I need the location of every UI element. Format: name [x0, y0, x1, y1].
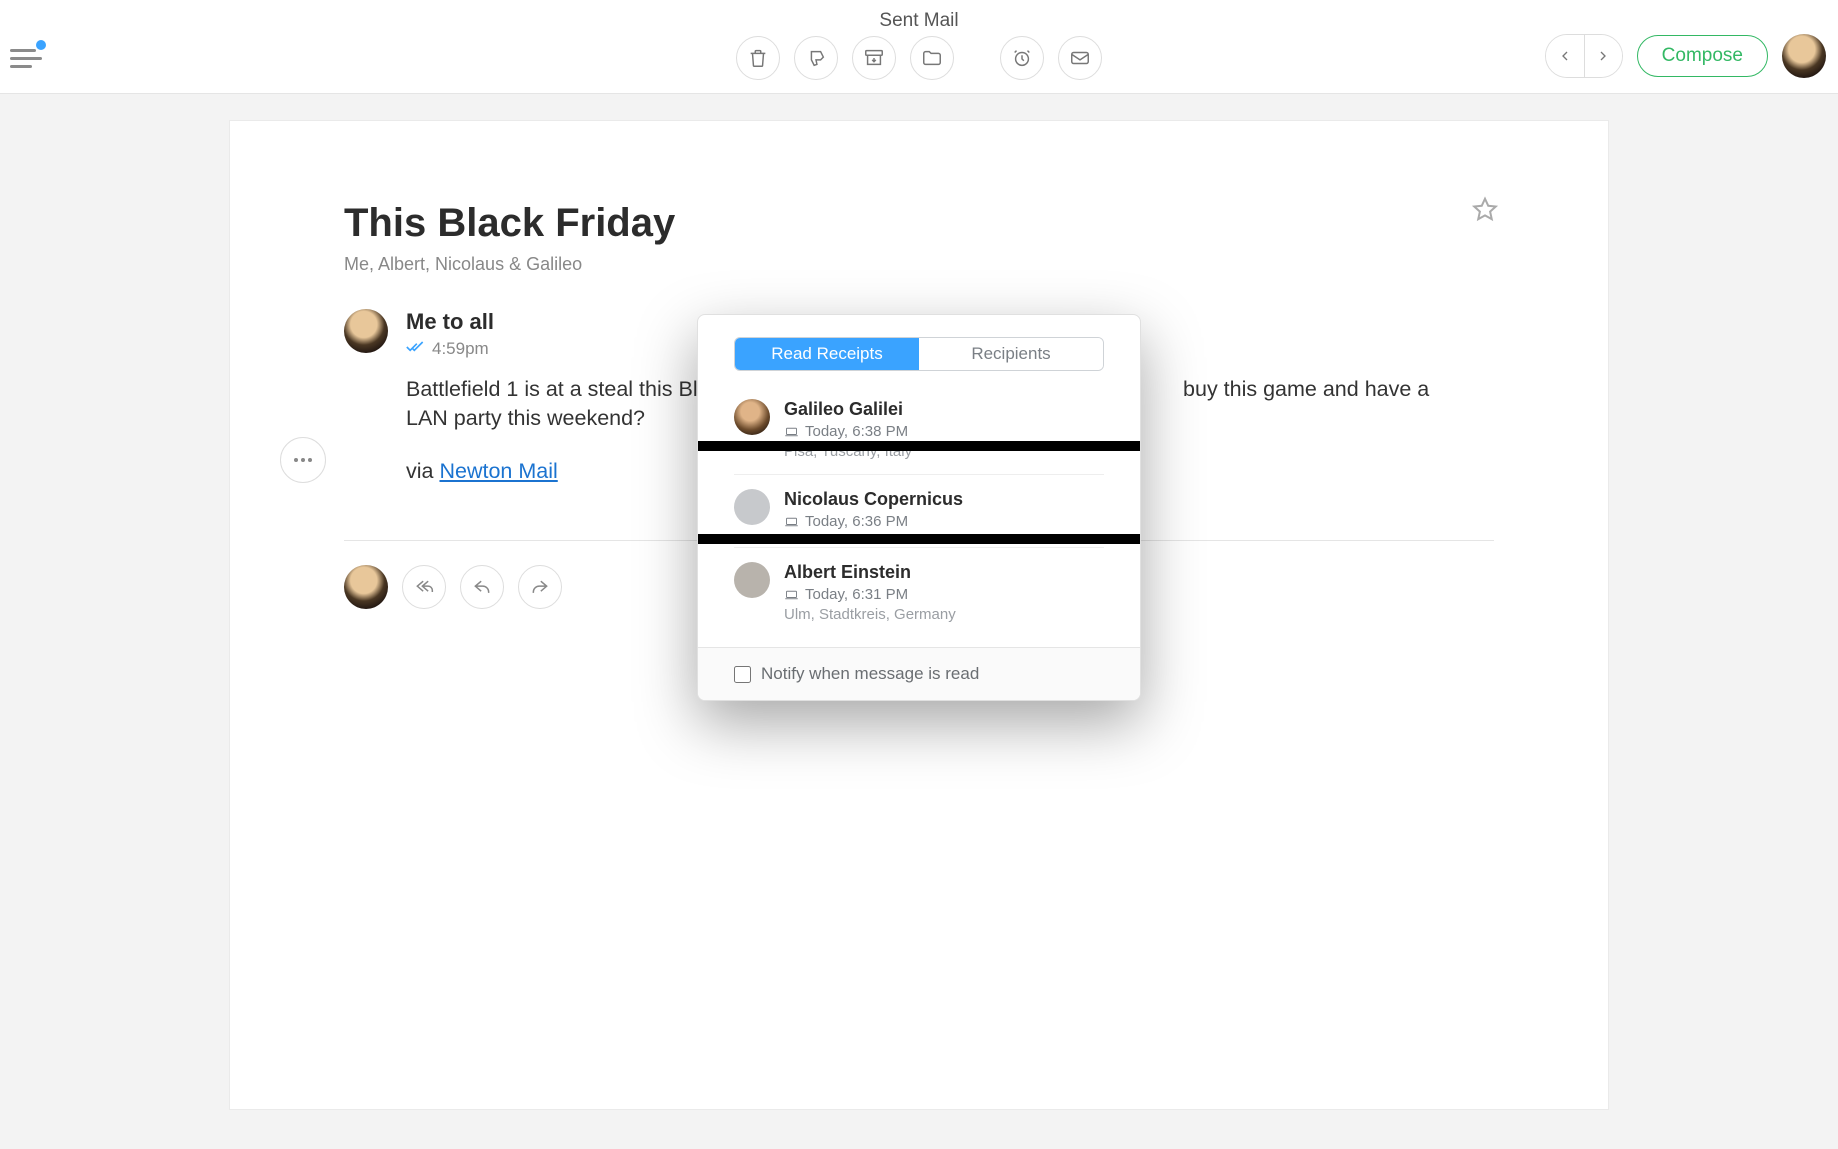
- page-title: Sent Mail: [0, 10, 1838, 32]
- delete-button[interactable]: [736, 36, 780, 80]
- self-avatar: [344, 565, 388, 609]
- receipt-time-row: Today, 6:31 PM: [784, 586, 956, 603]
- read-receipt-icon[interactable]: [406, 339, 426, 359]
- chevron-left-icon: [1557, 48, 1573, 64]
- message-more-button[interactable]: [280, 437, 326, 483]
- laptop-icon: [784, 516, 799, 528]
- folder-icon: [921, 47, 943, 69]
- compose-button[interactable]: Compose: [1637, 35, 1768, 77]
- receipt-row: Galileo Galilei Today, 6:38 PM Pisa, Tus…: [734, 385, 1104, 475]
- receipt-name: Galileo Galilei: [784, 399, 912, 420]
- archive-button[interactable]: [852, 36, 896, 80]
- receipt-time-row: Today, 6:38 PM: [784, 423, 912, 440]
- avatar: [734, 562, 770, 598]
- receipt-location: Ulm, Stadtkreis, Germany: [784, 606, 956, 623]
- account-avatar[interactable]: [1782, 34, 1826, 78]
- tab-read-receipts[interactable]: Read Receipts: [735, 338, 919, 370]
- chevron-right-icon: [1595, 48, 1611, 64]
- snooze-button[interactable]: [1000, 36, 1044, 80]
- reply-all-icon: [414, 577, 434, 597]
- thumbs-down-icon: [805, 47, 827, 69]
- nav-pair: [1545, 34, 1623, 78]
- message-time: 4:59pm: [432, 339, 489, 359]
- receipt-list: Galileo Galilei Today, 6:38 PM Pisa, Tus…: [698, 385, 1140, 647]
- move-button[interactable]: [910, 36, 954, 80]
- notify-label: Notify when message is read: [761, 664, 979, 684]
- redaction-bar: [698, 534, 1140, 544]
- trash-icon: [747, 47, 769, 69]
- receipt-time-row: Today, 6:36 PM: [784, 513, 963, 530]
- sender-avatar: [344, 309, 388, 353]
- mail-icon: [1069, 47, 1091, 69]
- email-participants: Me, Albert, Nicolaus & Galileo: [344, 254, 1494, 275]
- tab-recipients[interactable]: Recipients: [919, 338, 1103, 370]
- receipt-name: Nicolaus Copernicus: [784, 489, 963, 510]
- right-controls: Compose: [1545, 34, 1826, 78]
- laptop-icon: [784, 589, 799, 601]
- reply-icon: [472, 577, 492, 597]
- next-button[interactable]: [1584, 35, 1622, 77]
- prev-button[interactable]: [1546, 35, 1584, 77]
- archive-icon: [863, 47, 885, 69]
- popover-footer: Notify when message is read: [698, 647, 1140, 700]
- forward-icon: [530, 577, 550, 597]
- reply-button[interactable]: [460, 565, 504, 609]
- redaction-bar: [698, 441, 1140, 451]
- read-receipts-popover: Read Receipts Recipients Galileo Galilei…: [697, 314, 1141, 701]
- star-icon: [1470, 195, 1500, 225]
- notify-checkbox[interactable]: [734, 666, 751, 683]
- laptop-icon: [784, 426, 799, 438]
- forward-button[interactable]: [518, 565, 562, 609]
- spam-button[interactable]: [794, 36, 838, 80]
- avatar: [734, 399, 770, 435]
- avatar: [734, 489, 770, 525]
- popover-tabs: Read Receipts Recipients: [734, 337, 1104, 371]
- topbar: Sent Mail: [0, 0, 1838, 94]
- mark-button[interactable]: [1058, 36, 1102, 80]
- receipt-row: Nicolaus Copernicus Today, 6:36 PM: [734, 475, 1104, 548]
- receipt-row: Albert Einstein Today, 6:31 PM Ulm, Stad…: [734, 548, 1104, 647]
- receipt-name: Albert Einstein: [784, 562, 956, 583]
- star-button[interactable]: [1470, 195, 1500, 225]
- via-link[interactable]: Newton Mail: [439, 459, 557, 483]
- email-subject: This Black Friday: [344, 201, 1494, 246]
- clock-icon: [1011, 47, 1033, 69]
- reply-all-button[interactable]: [402, 565, 446, 609]
